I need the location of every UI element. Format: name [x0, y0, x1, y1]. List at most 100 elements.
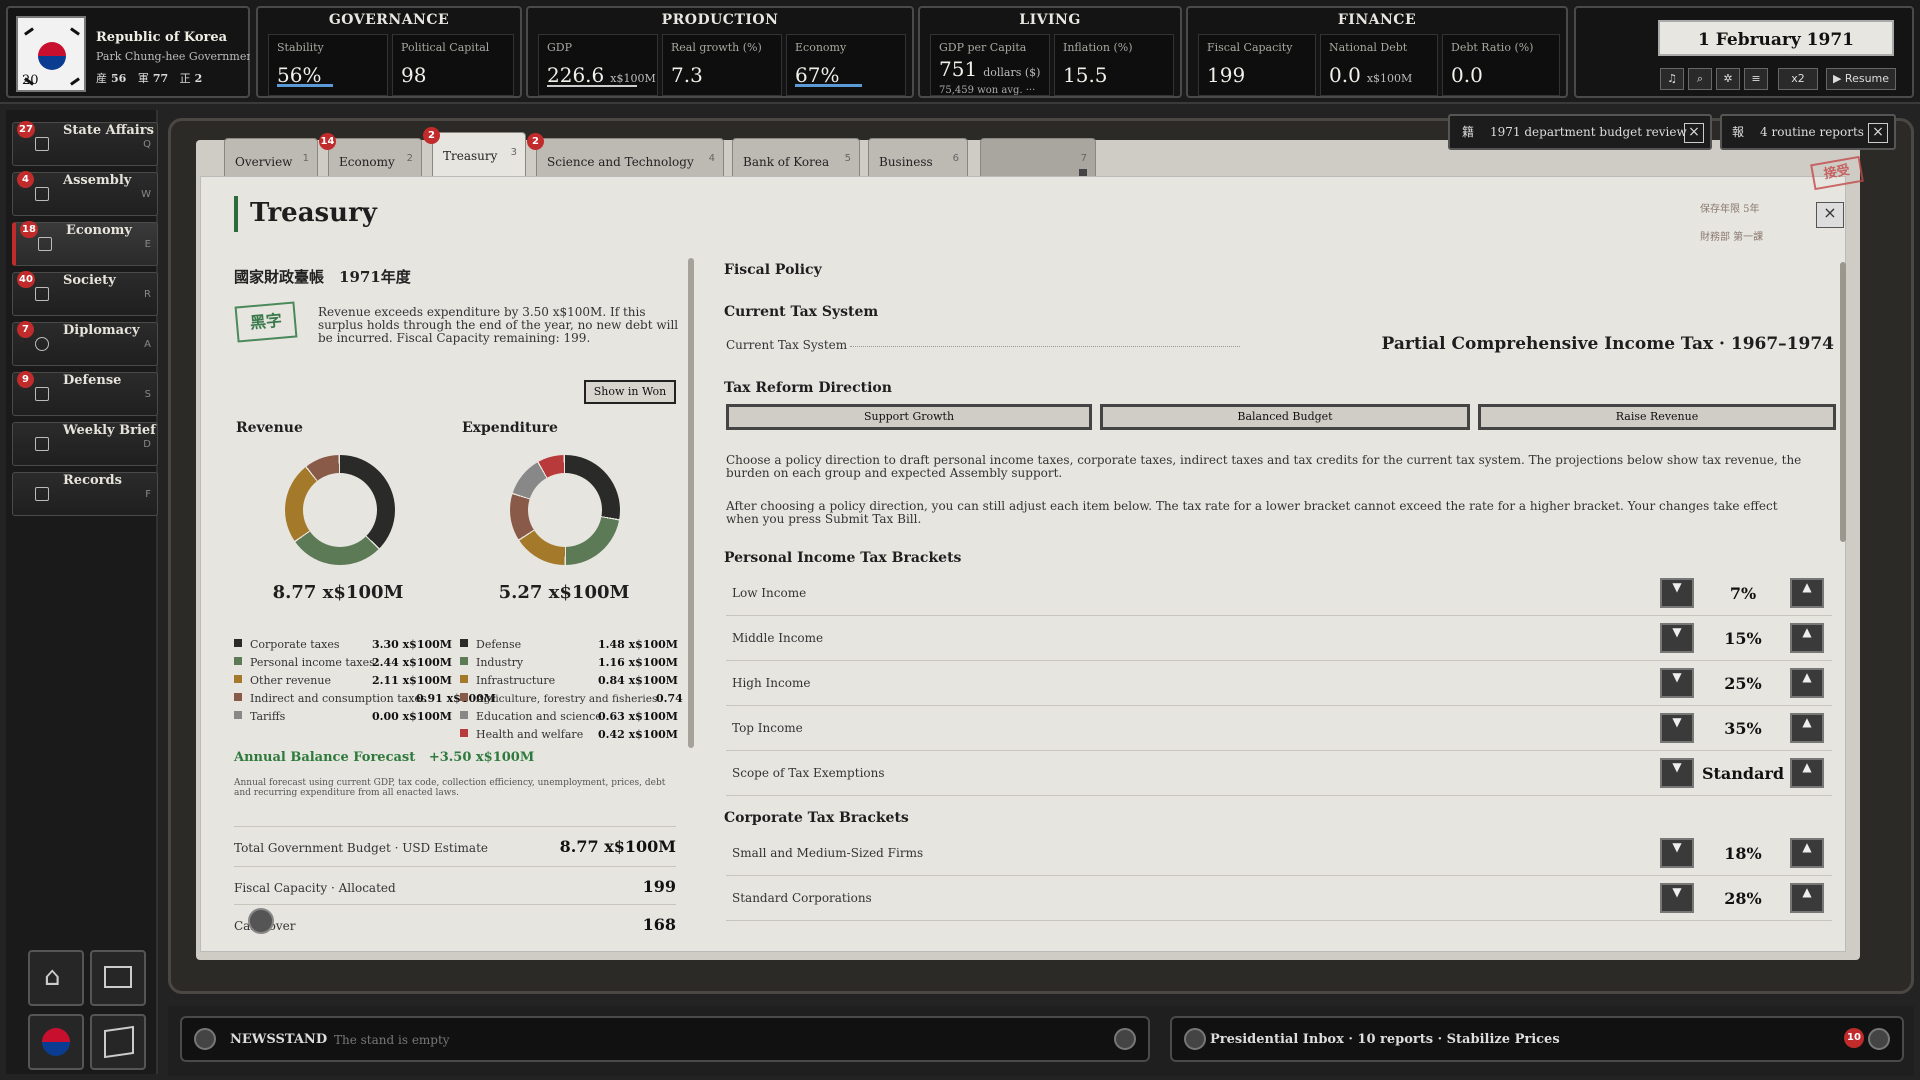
country-stats: 産 56 軍 77 正2: [96, 72, 203, 85]
debt-ratio-cell[interactable]: Debt Ratio (%) 0.0: [1442, 34, 1560, 96]
current-tax-system-value: Partial Comprehensive Income Tax · 1967–…: [1381, 334, 1834, 354]
report-routine[interactable]: 報4 routine reports ×: [1720, 114, 1896, 150]
legend-item: Corporate taxes 3.30 x$100M: [234, 638, 452, 651]
corporate-tax-heading: Corporate Tax Brackets: [724, 810, 909, 826]
close-icon[interactable]: ×: [1868, 123, 1888, 143]
personal-income-heading: Personal Income Tax Brackets: [724, 550, 962, 566]
music-icon[interactable]: ♫: [1660, 68, 1684, 90]
close-document-button[interactable]: ×: [1816, 202, 1844, 228]
decrease-button[interactable]: ▼: [1660, 623, 1694, 653]
increase-button[interactable]: ▲: [1790, 668, 1824, 698]
legend-item: Education and science 0.63 x$100M: [460, 710, 678, 723]
left-scrollbar[interactable]: [688, 258, 694, 748]
fiscal-capacity-cell[interactable]: Fiscal Capacity 199: [1198, 34, 1316, 96]
speed-button[interactable]: x2: [1778, 68, 1818, 90]
sidebar-item-economy[interactable]: 18 Economy E: [12, 221, 158, 266]
increase-button[interactable]: ▲: [1790, 713, 1824, 743]
legend-item: Industry 1.16 x$100M: [460, 656, 678, 669]
document-button[interactable]: [90, 950, 146, 1006]
sidebar-item-records[interactable]: Records F: [12, 472, 158, 516]
expenditure-donut-chart: [510, 455, 620, 565]
menu-icon[interactable]: ≡: [1744, 68, 1768, 90]
left-sidebar: 27 State Affairs Q 4 Assembly W 18 Economy E 4…: [6, 110, 158, 1074]
tax-row-low-income: Low Income ▼ 7% ▲: [726, 572, 1832, 616]
book-icon: [35, 487, 49, 501]
map-button[interactable]: [90, 1014, 146, 1070]
close-icon[interactable]: ×: [1684, 123, 1704, 143]
governance-panel: GOVERNANCE Stability 56% Political Capit…: [256, 6, 522, 98]
ledger-icon: 籍: [1462, 125, 1475, 139]
right-scrollbar[interactable]: [1840, 262, 1846, 542]
stability-cell[interactable]: Stability 56%: [268, 34, 388, 96]
current-date: 1 February 1971: [1658, 20, 1894, 56]
increase-button[interactable]: ▲: [1790, 758, 1824, 788]
sidebar-item-assembly[interactable]: 4 Assembly W: [12, 171, 158, 216]
chart-icon: [38, 237, 52, 251]
gdp-per-capita-cell[interactable]: GDP per Capita 751 dollars ($) 75,459 won…: [930, 34, 1050, 96]
settings-icon[interactable]: ✲: [1716, 68, 1740, 90]
gdp-cell[interactable]: GDP 226.6 x$100M: [538, 34, 658, 96]
shield-icon: [35, 387, 49, 401]
show-in-won-button[interactable]: Show in Won: [584, 380, 676, 404]
knob-icon: [1114, 1028, 1136, 1050]
presidential-inbox-panel[interactable]: Presidential Inbox · 10 reports · Stabil…: [1170, 1016, 1904, 1062]
increase-button[interactable]: ▲: [1790, 838, 1824, 868]
real-growth-cell[interactable]: Real growth (%) 7.3: [662, 34, 782, 96]
current-tax-system-label: Current Tax System: [726, 338, 848, 352]
legend-item: Tariffs 0.00 x$100M: [234, 710, 452, 723]
decrease-button[interactable]: ▼: [1660, 883, 1694, 913]
newsstand-panel[interactable]: NEWSSTAND The stand is empty: [180, 1016, 1150, 1062]
revenue-donut-chart: [285, 455, 395, 565]
government-building-button[interactable]: ⌂: [28, 950, 84, 1006]
tax-row-exemptions: Scope of Tax Exemptions ▼ Standard ▲: [726, 752, 1832, 796]
increase-button[interactable]: ▲: [1790, 623, 1824, 653]
department-section: 財務部 第一課: [1700, 232, 1764, 243]
tax-row-middle-income: Middle Income ▼ 15% ▲: [726, 617, 1832, 661]
inflation-cell[interactable]: Inflation (%) 15.5: [1054, 34, 1174, 96]
flag-button[interactable]: [28, 1014, 84, 1070]
report-budget-review[interactable]: 籍 1971 department budget review ×: [1448, 114, 1712, 150]
map-icon: [104, 1025, 134, 1059]
legend-item: Defense 1.48 x$100M: [460, 638, 678, 651]
decrease-button[interactable]: ▼: [1660, 668, 1694, 698]
decrease-button[interactable]: ▼: [1660, 578, 1694, 608]
current-tax-system-heading: Current Tax System: [724, 304, 879, 320]
sidebar-item-defense[interactable]: 9 Defense S: [12, 371, 158, 416]
document-icon: [104, 966, 132, 988]
decrease-button[interactable]: ▼: [1660, 758, 1694, 788]
national-debt-cell[interactable]: National Debt 0.0 x$100M: [1320, 34, 1438, 96]
economy-cell[interactable]: Economy 67%: [786, 34, 906, 96]
revenue-heading: Revenue: [236, 420, 303, 436]
expenditure-heading: Expenditure: [462, 420, 558, 436]
legend-item: Infrastructure 0.84 x$100M: [460, 674, 678, 687]
legend-item: Personal income taxes 2.44 x$100M: [234, 656, 452, 669]
budget-row-capacity: Fiscal Capacity · Allocated 199: [234, 866, 676, 904]
cursor-knob: [248, 908, 274, 934]
production-panel: PRODUCTION GDP 226.6 x$100M Real growth (…: [526, 6, 914, 98]
balanced-budget-button[interactable]: Balanced Budget: [1100, 404, 1470, 430]
increase-button[interactable]: ▲: [1790, 578, 1824, 608]
governance-title: GOVERNANCE: [328, 12, 450, 28]
top-status-bar: 20 Republic of Korea Park Chung-hee Gove…: [0, 0, 1920, 104]
flag-icon: 20: [16, 16, 86, 92]
tab-treasury[interactable]: 2 Treasury 3: [423, 127, 526, 182]
support-growth-button[interactable]: Support Growth: [726, 404, 1092, 430]
sidebar-item-diplomacy[interactable]: 7 Diplomacy A: [12, 321, 158, 366]
decrease-button[interactable]: ▼: [1660, 838, 1694, 868]
tax-row-standard-corporations: Standard Corporations ▼ 28% ▲: [726, 877, 1832, 921]
surplus-description: Revenue exceeds expenditure by 3.50 x$10…: [318, 305, 679, 345]
increase-button[interactable]: ▲: [1790, 883, 1824, 913]
sidebar-item-weekly-brief[interactable]: Weekly Brief D: [12, 422, 158, 466]
people-icon: [35, 287, 49, 301]
sidebar-item-society[interactable]: 40 Society R: [12, 271, 158, 316]
search-icon[interactable]: ⌕: [1688, 68, 1712, 90]
country-panel[interactable]: 20 Republic of Korea Park Chung-hee Gove…: [6, 6, 250, 98]
resume-button[interactable]: ▶ Resume: [1826, 68, 1896, 90]
decrease-button[interactable]: ▼: [1660, 713, 1694, 743]
raise-revenue-button[interactable]: Raise Revenue: [1478, 404, 1836, 430]
budget-row-carryover: Carryover168: [234, 904, 676, 942]
annual-forecast-note: Annual forecast using current GDP, tax c…: [234, 778, 666, 798]
taegeuk-icon: [42, 1028, 70, 1056]
political-capital-cell[interactable]: Political Capital 98: [392, 34, 514, 96]
sidebar-item-state-affairs[interactable]: 27 State Affairs Q: [12, 121, 158, 166]
